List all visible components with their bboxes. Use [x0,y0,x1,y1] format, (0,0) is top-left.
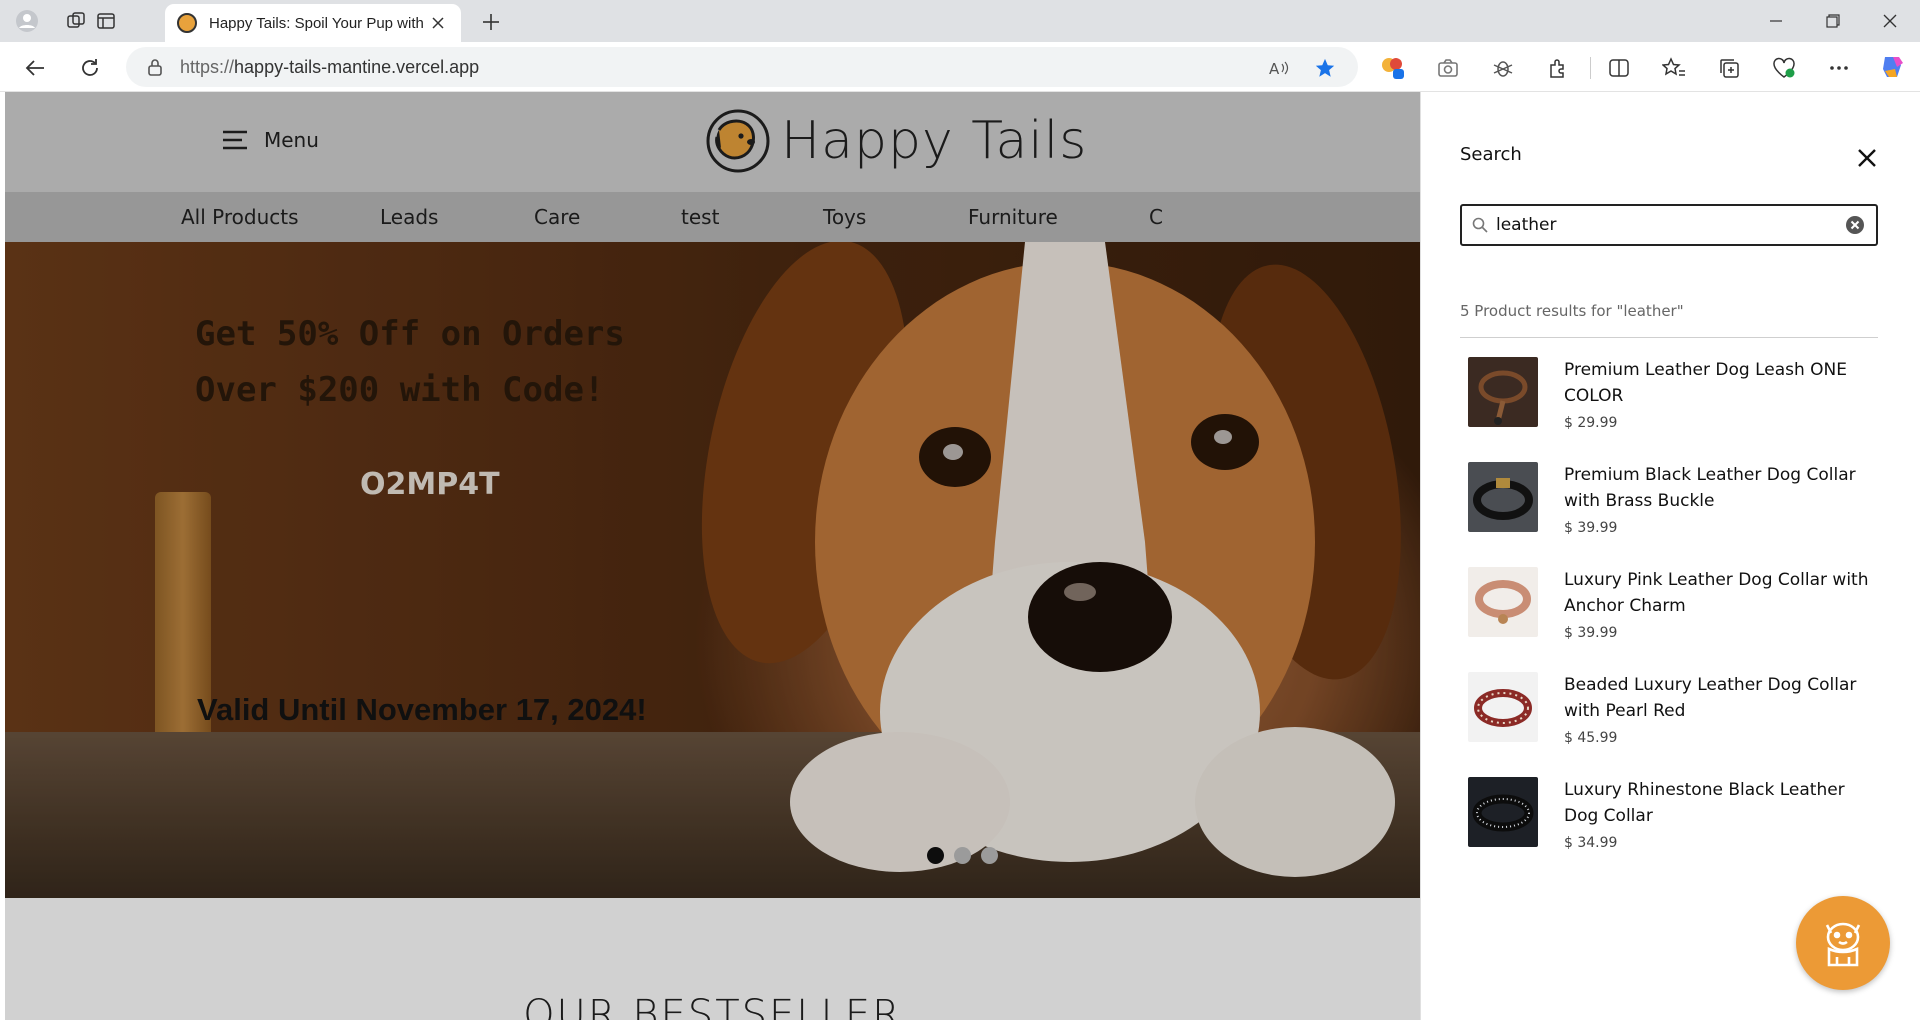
red-collar-thumbnail [1468,672,1538,742]
bug-extension-icon[interactable] [1489,54,1517,82]
tab-actions-icon[interactable] [93,8,119,34]
result-price: $ 45.99 [1564,730,1618,746]
toolbar-divider [1590,57,1591,79]
favorite-star-icon[interactable] [1312,55,1338,81]
more-options-icon[interactable] [1825,54,1853,82]
collections-icon[interactable] [1715,54,1743,82]
chat-assistant-button[interactable] [1796,896,1890,990]
search-results-list: Premium Leather Dog Leash ONE COLOR $ 29… [1468,357,1878,882]
url-scheme: https:// [180,56,235,77]
drawer-close-icon[interactable] [1853,144,1881,172]
result-item[interactable]: Premium Black Leather Dog Collar with Br… [1468,462,1878,567]
leash-thumbnail [1468,357,1538,427]
search-box [1460,204,1878,246]
result-name: Beaded Luxury Leather Dog Collar with Pe… [1564,675,1857,721]
minimize-icon[interactable] [1748,0,1804,42]
search-icon [1472,217,1488,233]
favorites-list-icon[interactable] [1660,54,1688,82]
result-item[interactable]: Luxury Rhinestone Black Leather Dog Coll… [1468,777,1878,882]
lock-icon[interactable] [146,58,164,76]
back-icon[interactable] [20,53,50,83]
restore-icon[interactable] [1805,0,1861,42]
dog-mascot-icon [1825,922,1861,967]
browser-tab-bar: Happy Tails: Spoil Your Pup with L [0,0,1920,42]
profile-icon[interactable] [14,8,40,34]
svg-text:A: A [1269,60,1280,78]
site-favicon-icon [177,13,197,33]
search-input[interactable] [1496,215,1844,235]
result-price: $ 34.99 [1564,835,1618,851]
web-page: Menu Happy Tails All Products Leads Care… [5,92,1920,1020]
result-item[interactable]: Premium Leather Dog Leash ONE COLOR $ 29… [1468,357,1878,462]
result-name: Premium Leather Dog Leash ONE COLOR [1564,360,1847,406]
drawer-backdrop[interactable] [5,92,1420,1020]
result-price: $ 29.99 [1564,415,1618,431]
main-content: Menu Happy Tails All Products Leads Care… [5,92,1420,1020]
tab-title: Happy Tails: Spoil Your Pup with L [209,14,427,32]
refresh-icon[interactable] [75,53,105,83]
result-name: Luxury Rhinestone Black Leather Dog Coll… [1564,780,1845,826]
extension-colorful-icon[interactable] [1379,54,1407,82]
results-count: 5 Product results for "leather" [1460,302,1684,320]
workspaces-icon[interactable] [63,8,89,34]
result-item[interactable]: Beaded Luxury Leather Dog Collar with Pe… [1468,672,1878,777]
url-text: https://happy-tails-mantine.vercel.app [180,57,479,78]
browser-tab-active[interactable]: Happy Tails: Spoil Your Pup with L [165,4,461,42]
results-divider [1460,337,1878,338]
result-name: Luxury Pink Leather Dog Collar with Anch… [1564,570,1869,616]
read-aloud-icon[interactable]: A [1266,55,1292,81]
split-screen-icon[interactable] [1605,54,1633,82]
browser-essentials-icon[interactable] [1770,54,1798,82]
url-host: happy-tails-mantine.vercel.app [234,56,480,77]
browser-toolbar: https://happy-tails-mantine.vercel.app A [0,42,1920,92]
rhinestone-collar-thumbnail [1468,777,1538,847]
new-tab-icon[interactable] [478,9,504,35]
search-drawer: Search 5 Product results for "leather" P… [1420,92,1920,1020]
close-window-icon[interactable] [1862,0,1918,42]
tab-close-icon[interactable] [427,12,449,34]
copilot-icon[interactable] [1879,53,1907,81]
address-bar[interactable]: https://happy-tails-mantine.vercel.app A [126,47,1358,87]
clear-search-icon[interactable] [1844,214,1866,236]
result-name: Premium Black Leather Dog Collar with Br… [1564,465,1856,511]
result-price: $ 39.99 [1564,520,1618,536]
black-collar-thumbnail [1468,462,1538,532]
camera-icon[interactable] [1434,54,1462,82]
result-item[interactable]: Luxury Pink Leather Dog Collar with Anch… [1468,567,1878,672]
result-price: $ 39.99 [1564,625,1618,641]
extensions-puzzle-icon[interactable] [1544,54,1572,82]
search-drawer-title: Search [1460,144,1522,165]
pink-collar-thumbnail [1468,567,1538,637]
